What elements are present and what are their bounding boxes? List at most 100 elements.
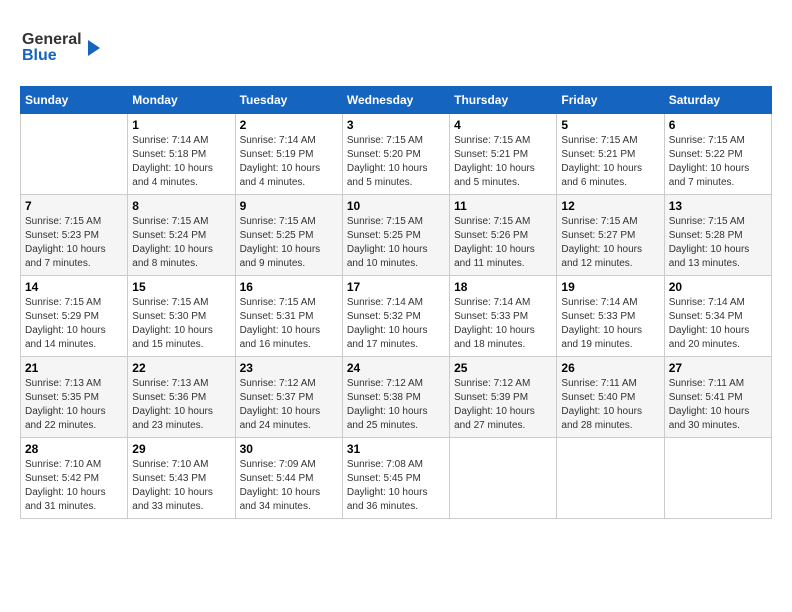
day-info: Sunrise: 7:14 AM Sunset: 5:33 PM Dayligh… [454,296,552,352]
day-number: 19 [561,280,659,294]
day-header-sunday: Sunday [21,87,128,114]
calendar-cell: 2 Sunrise: 7:14 AM Sunset: 5:19 PM Daylig… [235,114,342,195]
calendar-cell [21,114,128,195]
day-number: 12 [561,199,659,213]
day-number: 22 [132,361,230,375]
day-info: Sunrise: 7:14 AM Sunset: 5:32 PM Dayligh… [347,296,445,352]
calendar-cell: 21 Sunrise: 7:13 AM Sunset: 5:35 PM Dayli… [21,357,128,438]
day-number: 15 [132,280,230,294]
day-info: Sunrise: 7:15 AM Sunset: 5:20 PM Dayligh… [347,134,445,190]
day-number: 6 [669,118,767,132]
day-number: 27 [669,361,767,375]
day-info: Sunrise: 7:14 AM Sunset: 5:19 PM Dayligh… [240,134,338,190]
day-info: Sunrise: 7:12 AM Sunset: 5:38 PM Dayligh… [347,377,445,433]
calendar-cell: 9 Sunrise: 7:15 AM Sunset: 5:25 PM Daylig… [235,195,342,276]
day-header-saturday: Saturday [664,87,771,114]
day-info: Sunrise: 7:15 AM Sunset: 5:25 PM Dayligh… [240,215,338,271]
calendar-header-row: SundayMondayTuesdayWednesdayThursdayFrid… [21,87,772,114]
calendar-table: SundayMondayTuesdayWednesdayThursdayFrid… [20,86,772,519]
calendar-cell: 1 Sunrise: 7:14 AM Sunset: 5:18 PM Daylig… [128,114,235,195]
day-number: 25 [454,361,552,375]
calendar-week-row: 28Sunrise: 7:10 AM Sunset: 5:42 PM Dayli… [21,438,772,519]
day-number: 14 [25,280,123,294]
day-number: 8 [132,199,230,213]
calendar-cell: 27 Sunrise: 7:11 AM Sunset: 5:41 PM Dayli… [664,357,771,438]
page-header: General Blue [20,20,772,70]
day-info: Sunrise: 7:15 AM Sunset: 5:23 PM Dayligh… [25,215,123,271]
day-info: Sunrise: 7:15 AM Sunset: 5:30 PM Dayligh… [132,296,230,352]
day-number: 13 [669,199,767,213]
day-info: Sunrise: 7:15 AM Sunset: 5:31 PM Dayligh… [240,296,338,352]
day-info: Sunrise: 7:15 AM Sunset: 5:27 PM Dayligh… [561,215,659,271]
calendar-cell: 18 Sunrise: 7:14 AM Sunset: 5:33 PM Dayli… [450,276,557,357]
day-number: 2 [240,118,338,132]
day-number: 3 [347,118,445,132]
calendar-week-row: 7 Sunrise: 7:15 AM Sunset: 5:23 PM Daylig… [21,195,772,276]
day-info: Sunrise: 7:12 AM Sunset: 5:37 PM Dayligh… [240,377,338,433]
day-number: 21 [25,361,123,375]
day-header-thursday: Thursday [450,87,557,114]
day-number: 29 [132,442,230,456]
day-number: 31 [347,442,445,456]
day-info: Sunrise: 7:15 AM Sunset: 5:29 PM Dayligh… [25,296,123,352]
calendar-cell: 22 Sunrise: 7:13 AM Sunset: 5:36 PM Dayli… [128,357,235,438]
calendar-cell: 13 Sunrise: 7:15 AM Sunset: 5:28 PM Dayli… [664,195,771,276]
calendar-cell: 16Sunrise: 7:15 AM Sunset: 5:31 PM Dayli… [235,276,342,357]
day-info: Sunrise: 7:12 AM Sunset: 5:39 PM Dayligh… [454,377,552,433]
calendar-cell: 10 Sunrise: 7:15 AM Sunset: 5:25 PM Dayli… [342,195,449,276]
day-info: Sunrise: 7:15 AM Sunset: 5:21 PM Dayligh… [454,134,552,190]
calendar-week-row: 1 Sunrise: 7:14 AM Sunset: 5:18 PM Daylig… [21,114,772,195]
day-info: Sunrise: 7:10 AM Sunset: 5:43 PM Dayligh… [132,458,230,514]
day-number: 10 [347,199,445,213]
calendar-cell: 25 Sunrise: 7:12 AM Sunset: 5:39 PM Dayli… [450,357,557,438]
day-info: Sunrise: 7:14 AM Sunset: 5:34 PM Dayligh… [669,296,767,352]
calendar-cell [450,438,557,519]
calendar-cell [664,438,771,519]
calendar-cell: 4Sunrise: 7:15 AM Sunset: 5:21 PM Daylig… [450,114,557,195]
day-header-tuesday: Tuesday [235,87,342,114]
calendar-cell: 31 Sunrise: 7:08 AM Sunset: 5:45 PM Dayli… [342,438,449,519]
logo: General Blue [20,20,110,70]
calendar-week-row: 14 Sunrise: 7:15 AM Sunset: 5:29 PM Dayli… [21,276,772,357]
calendar-cell: 7 Sunrise: 7:15 AM Sunset: 5:23 PM Daylig… [21,195,128,276]
calendar-cell: 23 Sunrise: 7:12 AM Sunset: 5:37 PM Dayli… [235,357,342,438]
calendar-cell: 3 Sunrise: 7:15 AM Sunset: 5:20 PM Daylig… [342,114,449,195]
day-info: Sunrise: 7:15 AM Sunset: 5:28 PM Dayligh… [669,215,767,271]
calendar-cell: 26Sunrise: 7:11 AM Sunset: 5:40 PM Dayli… [557,357,664,438]
day-header-monday: Monday [128,87,235,114]
day-info: Sunrise: 7:14 AM Sunset: 5:18 PM Dayligh… [132,134,230,190]
day-number: 24 [347,361,445,375]
calendar-cell: 6Sunrise: 7:15 AM Sunset: 5:22 PM Daylig… [664,114,771,195]
calendar-cell: 20 Sunrise: 7:14 AM Sunset: 5:34 PM Dayli… [664,276,771,357]
calendar-cell: 19Sunrise: 7:14 AM Sunset: 5:33 PM Dayli… [557,276,664,357]
day-info: Sunrise: 7:11 AM Sunset: 5:41 PM Dayligh… [669,377,767,433]
calendar-cell: 24 Sunrise: 7:12 AM Sunset: 5:38 PM Dayli… [342,357,449,438]
svg-text:General: General [22,31,82,48]
day-number: 18 [454,280,552,294]
calendar-cell: 17 Sunrise: 7:14 AM Sunset: 5:32 PM Dayli… [342,276,449,357]
svg-text:Blue: Blue [22,47,57,64]
calendar-cell: 5Sunrise: 7:15 AM Sunset: 5:21 PM Daylig… [557,114,664,195]
day-number: 30 [240,442,338,456]
day-header-wednesday: Wednesday [342,87,449,114]
calendar-cell: 12 Sunrise: 7:15 AM Sunset: 5:27 PM Dayli… [557,195,664,276]
day-number: 5 [561,118,659,132]
day-number: 9 [240,199,338,213]
generalblue-logo: General Blue [20,20,110,70]
day-info: Sunrise: 7:08 AM Sunset: 5:45 PM Dayligh… [347,458,445,514]
day-info: Sunrise: 7:15 AM Sunset: 5:25 PM Dayligh… [347,215,445,271]
day-info: Sunrise: 7:13 AM Sunset: 5:35 PM Dayligh… [25,377,123,433]
day-number: 23 [240,361,338,375]
day-number: 26 [561,361,659,375]
calendar-cell: 30 Sunrise: 7:09 AM Sunset: 5:44 PM Dayli… [235,438,342,519]
calendar-week-row: 21 Sunrise: 7:13 AM Sunset: 5:35 PM Dayli… [21,357,772,438]
day-header-friday: Friday [557,87,664,114]
day-number: 7 [25,199,123,213]
day-number: 1 [132,118,230,132]
day-info: Sunrise: 7:09 AM Sunset: 5:44 PM Dayligh… [240,458,338,514]
calendar-cell [557,438,664,519]
day-info: Sunrise: 7:13 AM Sunset: 5:36 PM Dayligh… [132,377,230,433]
day-number: 17 [347,280,445,294]
day-number: 20 [669,280,767,294]
calendar-cell: 8Sunrise: 7:15 AM Sunset: 5:24 PM Daylig… [128,195,235,276]
